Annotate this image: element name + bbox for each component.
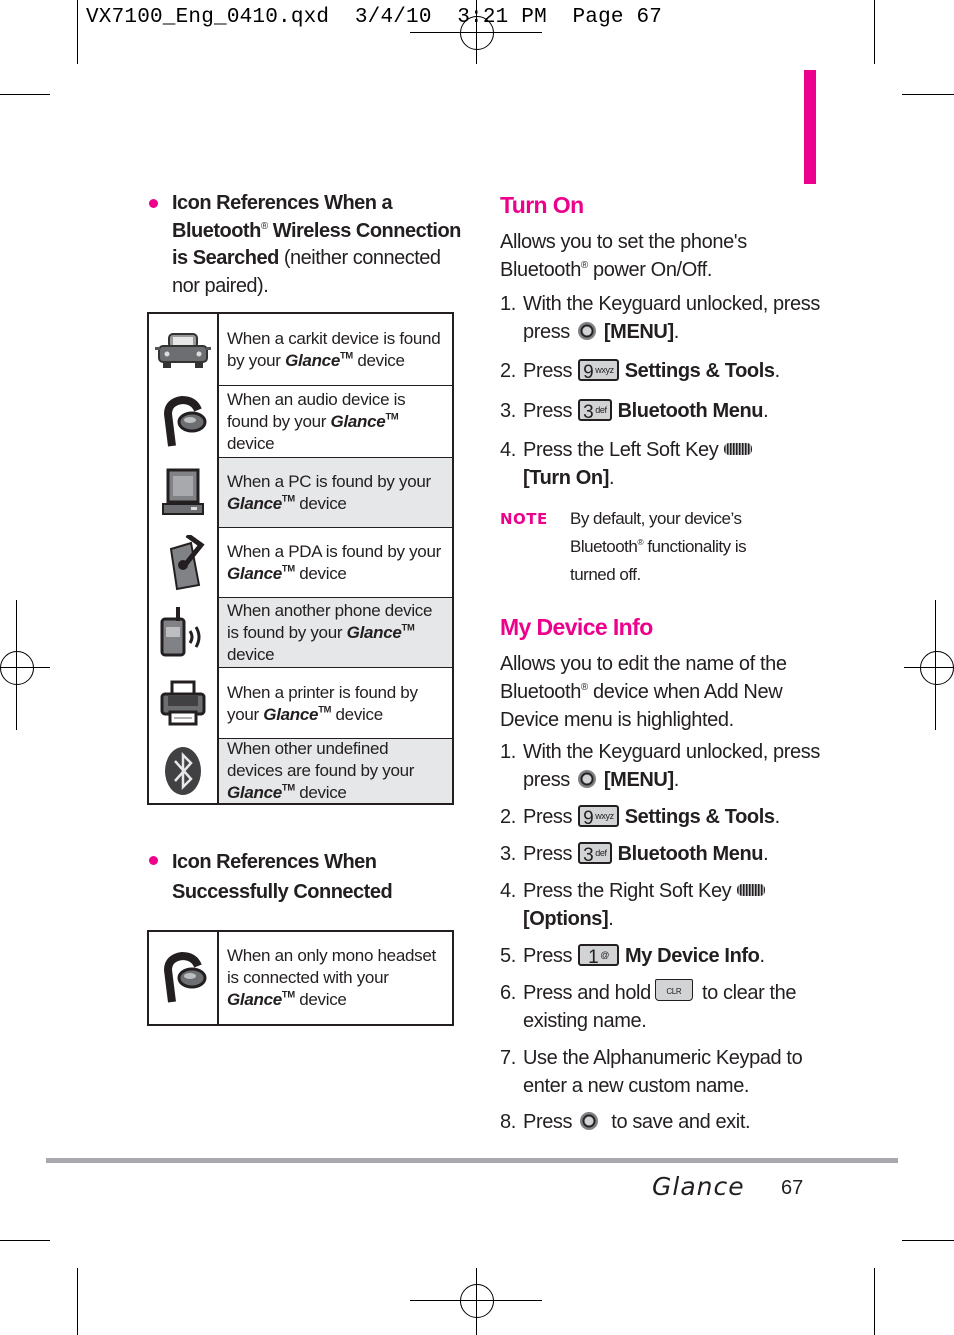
turn-on-step-1-line2: press [MENU]. — [523, 321, 679, 343]
searched-icon-table: When a carkit device is found by your Gl… — [147, 312, 454, 805]
turn-on-step-4: 4. Press the Left Soft Key [Turn On]. — [500, 437, 820, 492]
pc-icon — [149, 458, 219, 528]
mdi-step-7: 7. Use the Alphanumeric Keypad to enter … — [500, 1047, 803, 1097]
icon-table-row: When a PDA is found by your GlanceTM dev… — [149, 528, 452, 598]
icon-description: When an audio device is found by your Gl… — [227, 390, 406, 453]
note-label: NOTE — [500, 510, 548, 528]
turn-on-title: Turn On — [500, 192, 584, 218]
press-word: press — [523, 769, 570, 791]
press-word: press — [523, 321, 570, 343]
mdi-step-8: 8. Press to save and exit. — [500, 1111, 751, 1133]
mono-headset-icon — [149, 932, 219, 1024]
crop-mark — [902, 1240, 954, 1241]
ok-key-icon — [577, 321, 596, 340]
icon-table-row: When an only mono headset is connected w… — [149, 932, 452, 1024]
registration-mark — [0, 651, 34, 685]
connected-heading: Icon References When Successfully Connec… — [172, 851, 393, 903]
mdi-step-5: 5. Press 1 @ My Device Info. — [500, 943, 765, 968]
crop-mark — [874, 0, 875, 64]
searched-heading: Icon References When a Bluetooth® Wirele… — [172, 192, 461, 297]
crop-mark — [77, 1268, 78, 1335]
mdi-step-1-line2: press [MENU]. — [523, 769, 679, 791]
key-9-icon: 9 wxyz — [578, 358, 619, 382]
connected-icon-table: When an only mono headset is connected w… — [147, 930, 454, 1026]
ok-key-icon — [580, 1111, 599, 1130]
footer-rule — [46, 1158, 898, 1163]
crop-mark — [77, 0, 78, 64]
bullet-icon — [149, 856, 158, 865]
my-device-info-intro: Allows you to edit the name of the Bluet… — [500, 653, 787, 731]
pda-icon — [149, 528, 219, 598]
key-3-icon: 3 def — [578, 398, 612, 422]
icon-description: When another phone device is found by yo… — [219, 598, 452, 668]
bluetooth-icon — [149, 739, 219, 803]
crop-mark — [874, 1268, 875, 1335]
icon-description: When an only mono headset is connected w… — [227, 946, 436, 1009]
section-tab — [804, 70, 816, 184]
print-slug: VX7100_Eng_0410.qxd 3/4/10 3:21 PM Page … — [86, 6, 663, 29]
clr-key-icon: CLR — [654, 978, 693, 1001]
turn-on-step-1: 1. With the Keyguard unlocked, press. — [500, 293, 820, 315]
icon-table-row: When an audio device is found by your Gl… — [149, 386, 452, 458]
key-1-icon: 1 @ — [578, 943, 620, 967]
key-9-icon: 9 wxyz — [578, 804, 619, 828]
page-number: 67 — [781, 1177, 804, 1199]
registration-mark — [460, 16, 494, 50]
icon-table-row: When a PC is found by your GlanceTM devi… — [149, 458, 452, 528]
crop-mark — [902, 94, 954, 95]
note-text: By default, your device’s Bluetooth® fun… — [570, 509, 747, 584]
icon-description: When a printer is found by your GlanceTM… — [227, 682, 418, 724]
footer-brand-logo: Glance — [652, 1172, 745, 1201]
registration-mark — [460, 1284, 494, 1318]
printer-icon — [149, 668, 219, 739]
icon-table-row: When another phone device is found by yo… — [149, 598, 452, 668]
left-soft-key-icon — [724, 442, 753, 455]
icon-description: When a carkit device is found by your Gl… — [227, 329, 441, 370]
crop-mark — [0, 94, 50, 95]
mdi-step-6: 6. Press and hold CLR to clear the existi… — [500, 978, 820, 1035]
right-soft-key-icon — [737, 883, 766, 896]
icon-description: When a PDA is found by your GlanceTM dev… — [227, 542, 441, 583]
mdi-step-4: 4. Press the Right Soft Key [Options]. — [500, 878, 820, 933]
icon-description: When a PC is found by your GlanceTM devi… — [219, 458, 452, 528]
ok-key-icon — [577, 769, 596, 788]
icon-table-row: When a printer is found by your GlanceTM… — [149, 668, 452, 739]
icon-table-row: When other undefined devices are found b… — [149, 739, 452, 803]
icon-table-row: When a carkit device is found by your Gl… — [149, 314, 452, 386]
phone-icon — [149, 598, 219, 668]
turn-on-intro: Allows you to set the phone's Bluetooth®… — [500, 231, 747, 281]
registration-mark — [920, 651, 954, 685]
mdi-step-3: 3. Press 3 def Bluetooth Menu. — [500, 841, 769, 866]
carkit-icon — [149, 314, 219, 386]
my-device-info-title: My Device Info — [500, 614, 653, 640]
turn-on-step-3: 3. Press 3 def Bluetooth Menu. — [500, 398, 769, 423]
icon-description: When other undefined devices are found b… — [219, 739, 452, 803]
mdi-step-2: 2. Press 9 wxyz Settings & Tools. — [500, 804, 780, 829]
audio-headset-icon — [149, 386, 219, 458]
turn-on-step-2: 2. Press 9 wxyz Settings & Tools. — [500, 358, 780, 383]
bullet-icon — [149, 199, 158, 208]
crop-mark — [0, 1240, 50, 1241]
mdi-step-1: 1. With the Keyguard unlocked, press — [500, 741, 820, 763]
key-3-icon: 3 def — [578, 841, 612, 865]
